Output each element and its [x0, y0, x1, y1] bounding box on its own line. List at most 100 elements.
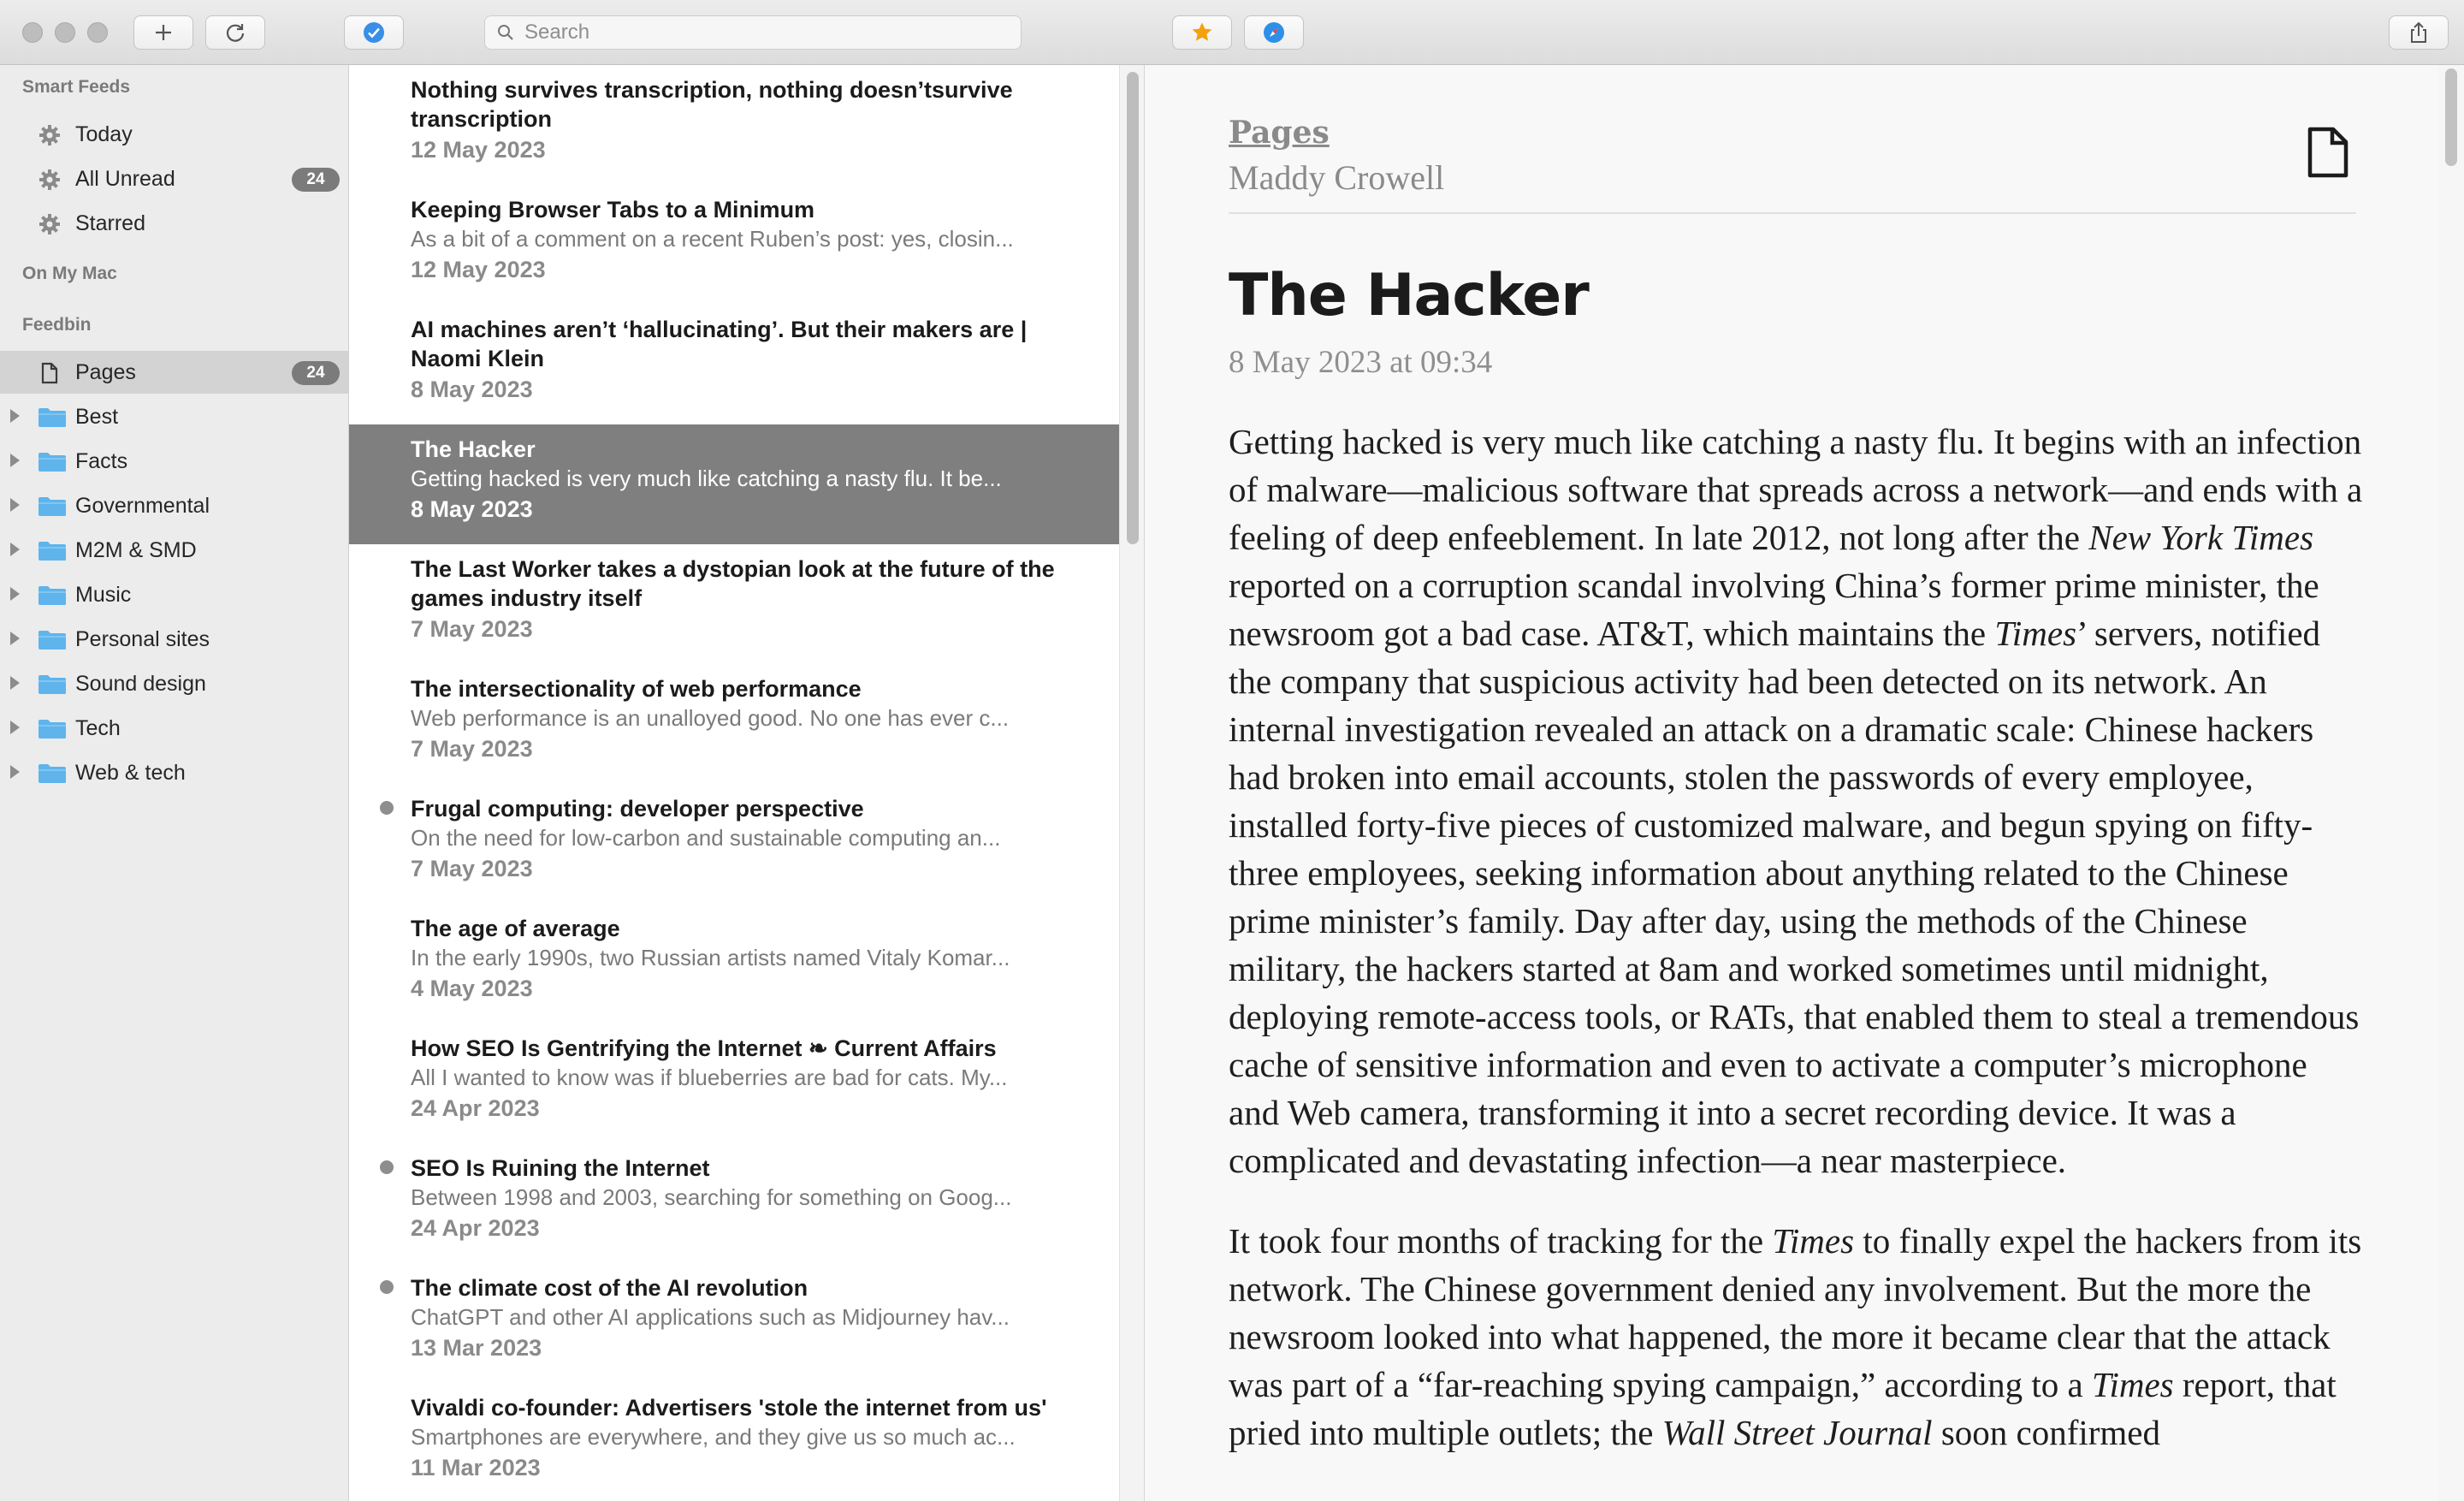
gear-icon [39, 169, 60, 190]
sidebar-folder-item[interactable]: Sound design [0, 662, 348, 705]
scrollbar-thumb[interactable] [2445, 68, 2457, 166]
unread-count-badge: 24 [292, 361, 340, 385]
folder-icon [38, 453, 66, 472]
sidebar-item-label: Pages [75, 359, 136, 384]
article-author: Maddy Crowell [1229, 158, 1445, 197]
article-list-item[interactable]: The age of average In the early 1990s, tw… [349, 904, 1119, 1023]
body-text: It took four months of tracking for the [1229, 1221, 1773, 1261]
article-snippet: Web performance is an unalloyed good. No… [411, 705, 1010, 731]
body-text: ’ servers, notified the company that sus… [1229, 614, 2360, 1180]
article-body: Getting hacked is very much like catchin… [1229, 418, 2366, 1489]
document-icon [2307, 127, 2348, 178]
disclosure-triangle-icon[interactable] [10, 543, 20, 556]
article-date: 11 Mar 2023 [411, 1455, 541, 1480]
article-list-item[interactable]: Keeping Browser Tabs to a Minimum As a bi… [349, 185, 1119, 305]
folder-icon [38, 720, 66, 739]
sidebar-folder-item[interactable]: Web & tech [0, 751, 348, 794]
smart-feeds-header: Smart Feeds [22, 77, 131, 97]
italic-text: New York Times [2088, 518, 2314, 557]
folder-icon [38, 631, 66, 650]
sidebar-item-label: Tech [75, 715, 121, 740]
folder-icon [38, 764, 66, 783]
article-list-item[interactable]: AI machines aren’t ‘hallucinating’. But … [349, 305, 1119, 424]
checkmark-circle-icon [364, 22, 384, 43]
article-list-item[interactable]: The Last Worker takes a dystopian look a… [349, 544, 1119, 664]
article-snippet: As a bit of a comment on a recent Ruben’… [411, 226, 1014, 252]
search-icon [498, 25, 513, 40]
sidebar-item-label: Governmental [75, 493, 210, 518]
article-list-item[interactable]: How SEO Is Gentrifying the Internet ❧ Cu… [349, 1023, 1119, 1143]
article-list-scrollbar[interactable] [1119, 65, 1145, 1501]
article-date: 7 May 2023 [411, 736, 533, 762]
scrollbar-thumb[interactable] [1127, 72, 1139, 544]
sidebar-folder-item[interactable]: Best [0, 395, 348, 438]
disclosure-triangle-icon[interactable] [10, 587, 20, 601]
disclosure-triangle-icon[interactable] [10, 765, 20, 779]
star-button[interactable] [1172, 15, 1232, 50]
article-list-item[interactable]: The climate cost of the AI revolution Cha… [349, 1263, 1119, 1383]
search-input[interactable] [524, 21, 1004, 44]
mark-all-read-button[interactable] [344, 15, 404, 50]
sidebar-folder-item[interactable]: Music [0, 573, 348, 616]
sidebar-item-pages[interactable]: Pages 24 [0, 351, 348, 394]
zoom-window-button[interactable] [87, 22, 108, 43]
minimize-window-button[interactable] [55, 22, 75, 43]
refresh-button[interactable] [205, 15, 265, 50]
article-date: 7 May 2023 [411, 856, 533, 881]
article-date: 12 May 2023 [411, 257, 546, 282]
share-button[interactable] [2389, 15, 2449, 50]
on-my-mac-header[interactable]: On My Mac [22, 264, 117, 284]
search-field[interactable] [484, 15, 1022, 50]
article-title: Vivaldi co-founder: Advertisers 'stole t… [411, 1395, 1047, 1421]
disclosure-triangle-icon[interactable] [10, 409, 20, 423]
reader-scrollbar[interactable] [2438, 65, 2464, 1501]
article-list-item[interactable]: Frugal computing: developer perspective O… [349, 784, 1119, 904]
sidebar-item-label: Starred [75, 211, 145, 235]
article-date: 7 May 2023 [411, 616, 533, 642]
article-title: The intersectionality of web performance [411, 676, 862, 702]
close-window-button[interactable] [22, 22, 43, 43]
article-title: Frugal computing: developer perspective [411, 796, 864, 822]
feedbin-header[interactable]: Feedbin [22, 315, 92, 335]
sidebar-folder-item[interactable]: Facts [0, 440, 348, 483]
sidebar: Smart Feeds Today All Unread 24 Starred … [0, 65, 349, 1501]
article-list-item[interactable]: Vivaldi co-founder: Advertisers 'stole t… [349, 1383, 1119, 1501]
sidebar-folder-item[interactable]: Personal sites [0, 618, 348, 661]
article-snippet: ChatGPT and other AI applications such a… [411, 1304, 1010, 1330]
article-title: Keeping Browser Tabs to a Minimum [411, 197, 815, 222]
disclosure-triangle-icon[interactable] [10, 454, 20, 467]
add-feed-button[interactable] [133, 15, 193, 50]
document-icon [41, 362, 58, 384]
sidebar-item-all-unread[interactable]: All Unread 24 [0, 157, 348, 200]
open-in-browser-button[interactable] [1244, 15, 1304, 50]
unread-indicator [380, 1280, 394, 1294]
article-list-item[interactable]: The Hacker Getting hacked is very much li… [349, 424, 1119, 544]
disclosure-triangle-icon[interactable] [10, 498, 20, 512]
sidebar-item-label: Sound design [75, 671, 206, 696]
article-list-item[interactable]: Nothing survives transcription, nothing … [349, 65, 1119, 185]
article-list-item[interactable]: SEO Is Ruining the Internet Between 1998 … [349, 1143, 1119, 1263]
gear-icon [39, 214, 60, 234]
disclosure-triangle-icon[interactable] [10, 676, 20, 690]
sidebar-folder-item[interactable]: Tech [0, 707, 348, 750]
feed-name-link[interactable]: Pages [1229, 115, 1330, 151]
article-list-item[interactable]: The intersectionality of web performance… [349, 664, 1119, 784]
sidebar-item-starred[interactable]: Starred [0, 202, 348, 245]
article-title: The climate cost of the AI revolution [411, 1275, 808, 1301]
italic-text: Times [2091, 1365, 2174, 1404]
unread-indicator [380, 801, 394, 815]
sidebar-item-label: Web & tech [75, 760, 186, 785]
article-snippet: All I wanted to know was if blueberries … [411, 1065, 1008, 1090]
sidebar-folder-item[interactable]: M2M & SMD [0, 529, 348, 572]
article-date: 24 Apr 2023 [411, 1215, 540, 1241]
disclosure-triangle-icon[interactable] [10, 632, 20, 645]
article-snippet: Smartphones are everywhere, and they giv… [411, 1424, 1016, 1450]
sidebar-item-label: Facts [75, 448, 128, 473]
gear-icon [39, 125, 60, 145]
sidebar-item-today[interactable]: Today [0, 113, 348, 156]
disclosure-triangle-icon[interactable] [10, 721, 20, 734]
article-date: 24 Apr 2023 [411, 1095, 540, 1121]
article-list: Nothing survives transcription, nothing … [349, 65, 1119, 1501]
sidebar-folder-item[interactable]: Governmental [0, 484, 348, 527]
article-date: 4 May 2023 [411, 976, 533, 1001]
